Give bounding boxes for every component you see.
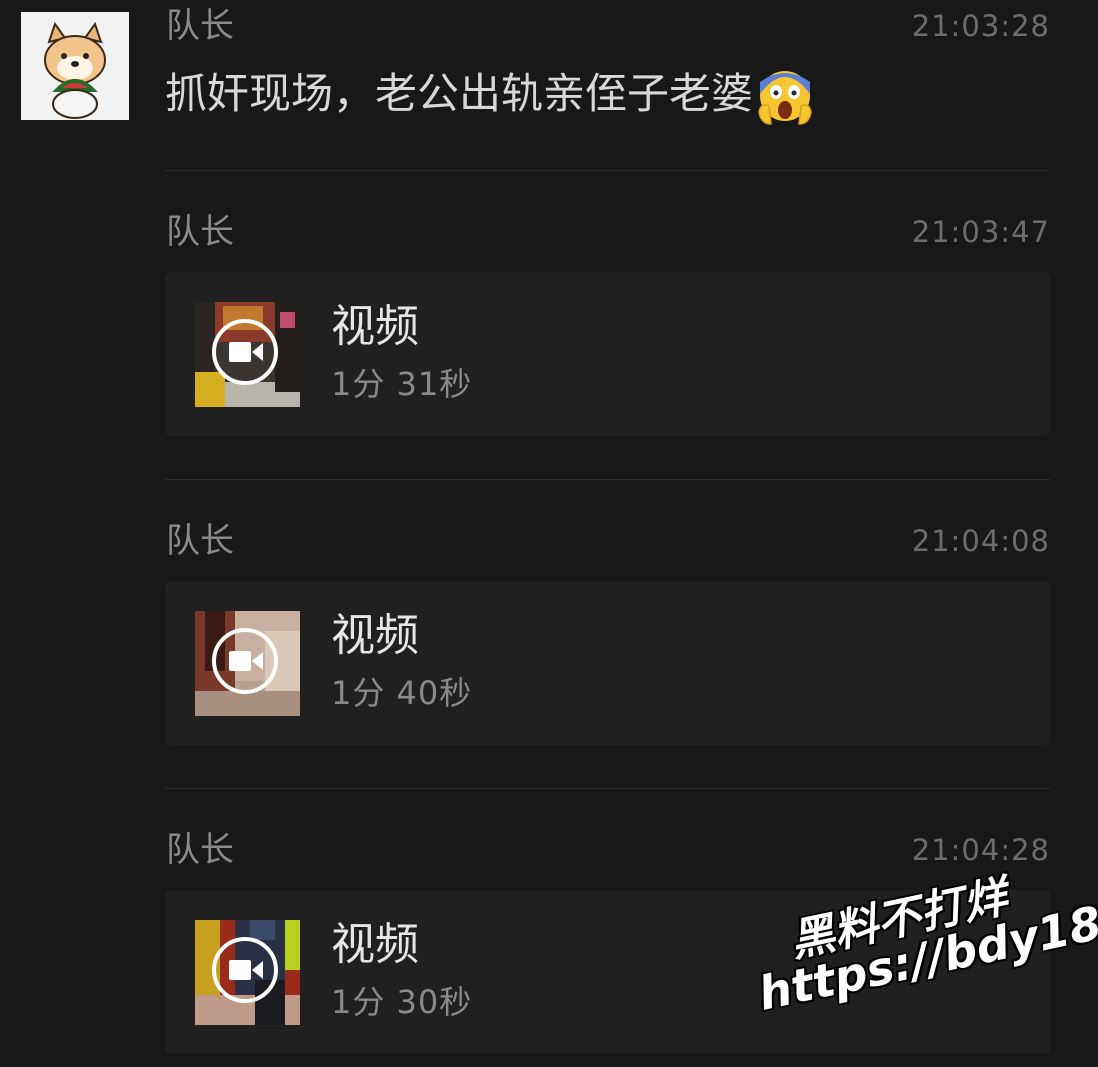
avatar[interactable] [21, 12, 129, 120]
video-card[interactable]: 视频 1分 40秒 [165, 581, 1050, 745]
video-camera-icon [229, 960, 263, 980]
sender-name: 队长 [166, 830, 234, 870]
video-card[interactable]: 视频 1分 31秒 [165, 272, 1050, 436]
message-time: 21:03:47 [911, 215, 1050, 249]
video-label: 视频 [331, 301, 419, 352]
video-duration: 1分 40秒 [331, 674, 473, 712]
message-text-content: 抓奸现场，老公出轨亲侄子老婆 [165, 69, 754, 118]
video-thumbnail[interactable] [195, 302, 300, 407]
message-video: 队长 21:04:08 视频 1分 40秒 [165, 521, 1050, 747]
video-card[interactable]: 视频 1分 30秒 [165, 890, 1050, 1054]
play-circle-icon [212, 937, 278, 1003]
message-video: 队长 21:03:47 视频 1分 31秒 [165, 212, 1050, 438]
message-text: 队长 21:03:28 抓奸现场，老公出轨亲侄子老婆 [165, 6, 1050, 126]
message-video: 队长 21:04:28 视频 1分 30秒 [165, 830, 1050, 1056]
video-camera-icon [229, 342, 263, 362]
video-duration: 1分 31秒 [331, 365, 473, 403]
video-label: 视频 [331, 610, 419, 661]
video-duration: 1分 30秒 [331, 983, 473, 1021]
sender-name: 队长 [166, 521, 234, 561]
scream-emoji-icon [757, 68, 813, 126]
divider [165, 479, 1050, 480]
message-body[interactable]: 抓奸现场，老公出轨亲侄子老婆 [165, 64, 813, 126]
divider [165, 170, 1050, 171]
video-camera-icon [229, 651, 263, 671]
divider [165, 788, 1050, 789]
sender-name: 队长 [166, 212, 234, 252]
message-time: 21:03:28 [911, 9, 1050, 43]
video-thumbnail[interactable] [195, 920, 300, 1025]
play-circle-icon [212, 628, 278, 694]
video-label: 视频 [331, 919, 419, 970]
sender-name: 队长 [166, 6, 234, 46]
video-thumbnail[interactable] [195, 611, 300, 716]
play-circle-icon [212, 319, 278, 385]
message-time: 21:04:28 [911, 833, 1050, 867]
message-time: 21:04:08 [911, 524, 1050, 558]
